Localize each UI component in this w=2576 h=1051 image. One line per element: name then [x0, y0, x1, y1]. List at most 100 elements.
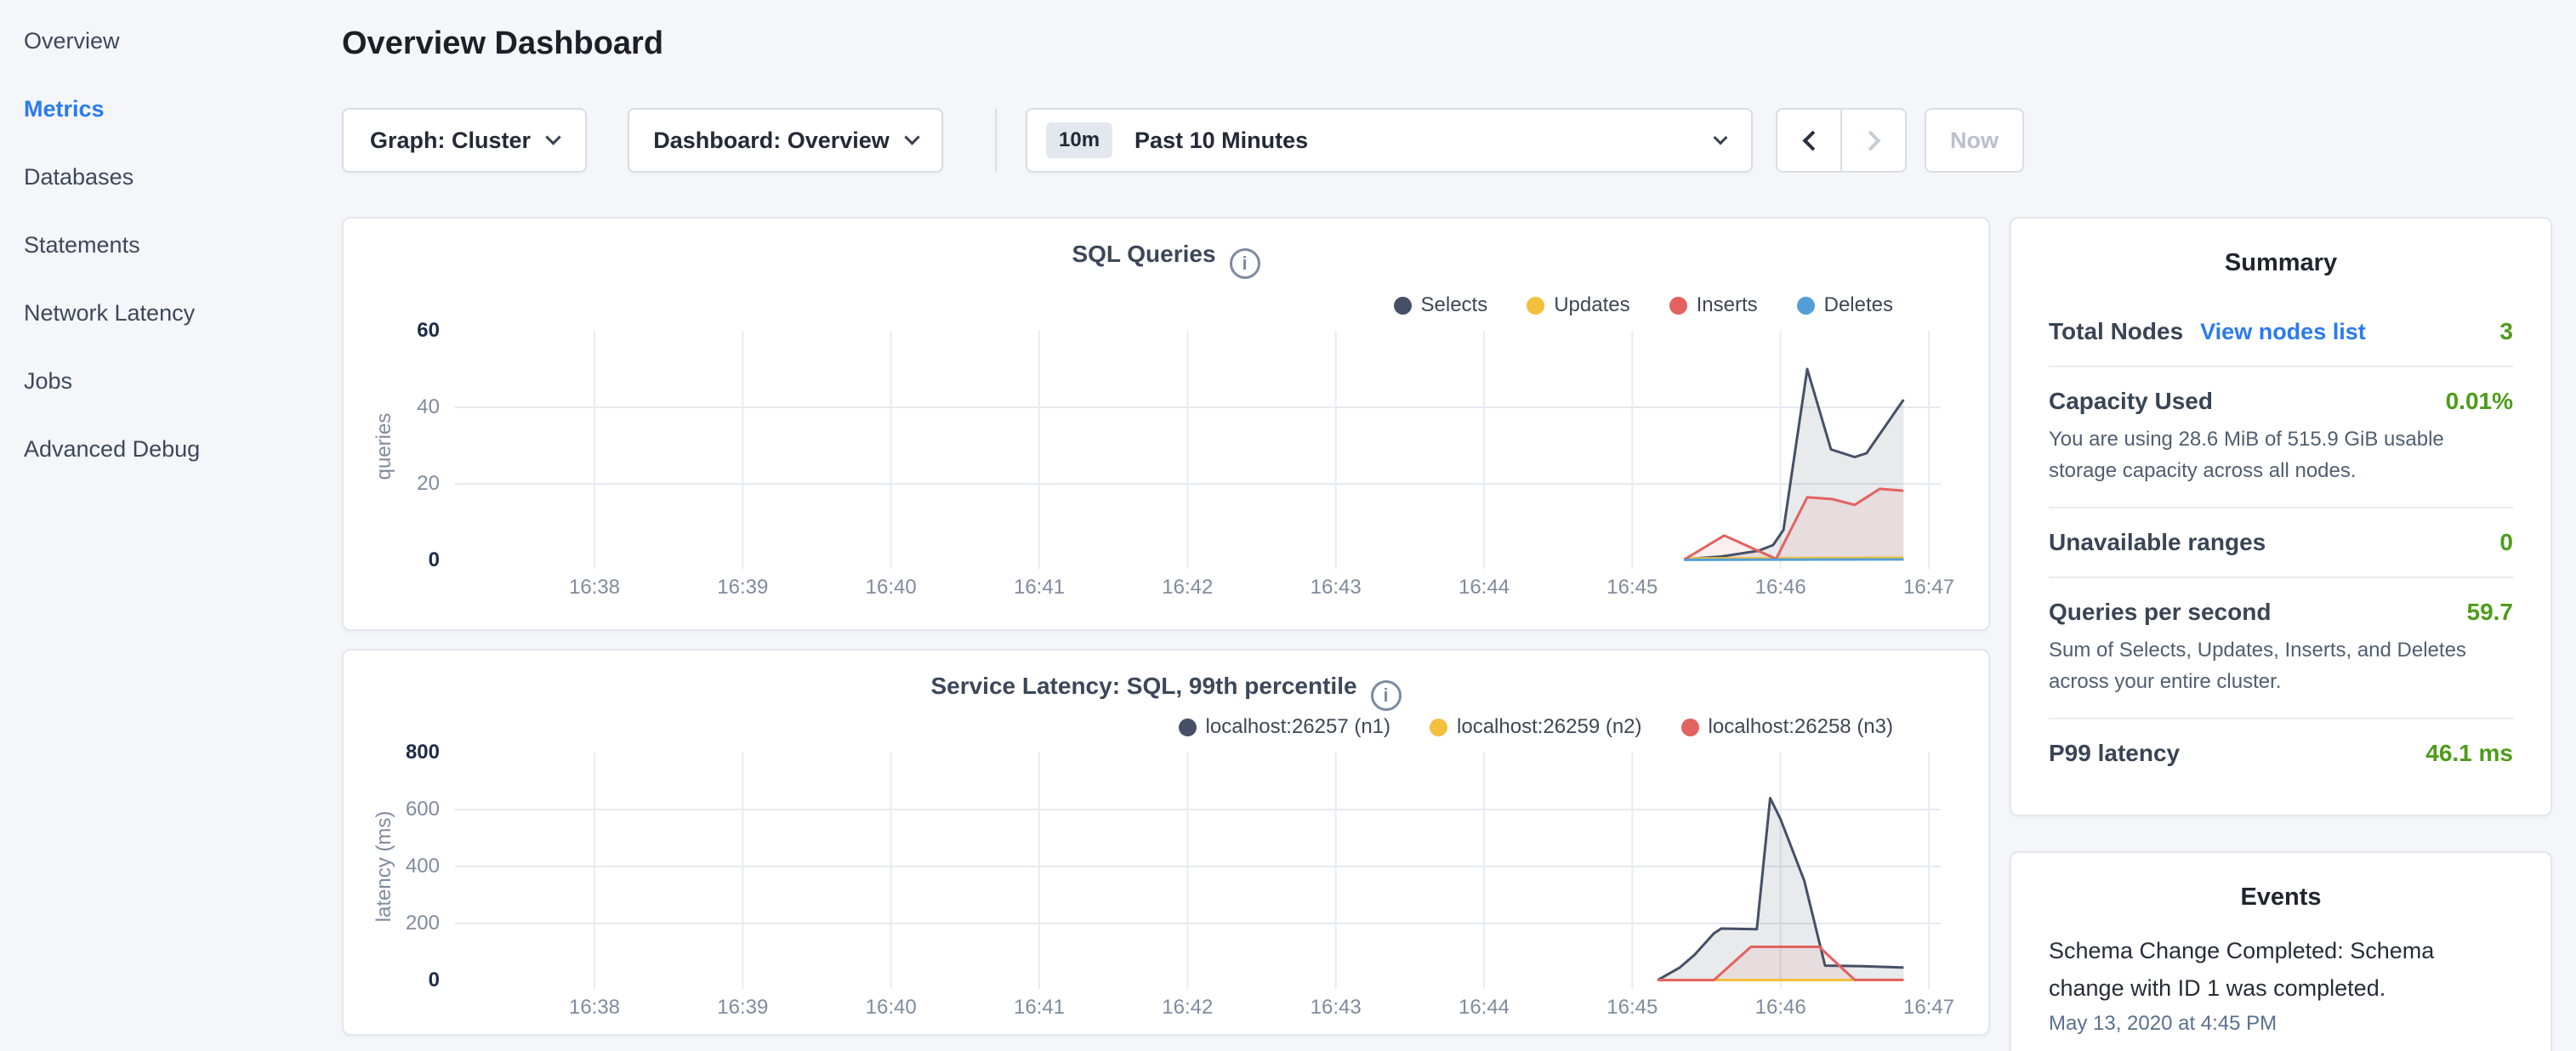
summary-row-unavailable-ranges: Unavailable ranges 0: [2049, 508, 2513, 578]
sidebar-item-overview[interactable]: Overview: [0, 7, 315, 75]
info-icon[interactable]: i: [1230, 248, 1260, 279]
time-range-label: Past 10 Minutes: [1134, 128, 1308, 154]
legend-label: localhost:26259 (n2): [1457, 715, 1641, 739]
sql-queries-plot[interactable]: 020406016:3816:3916:4016:4116:4216:4316:…: [455, 331, 1941, 560]
sidebar-item-network-latency[interactable]: Network Latency: [0, 279, 315, 347]
summary-panel: Summary Total Nodes View nodes list 3 Ca…: [2010, 217, 2552, 816]
x-tick-label: 16:40: [836, 576, 947, 599]
legend-item[interactable]: localhost:26258 (n3): [1681, 715, 1893, 739]
events-title: Events: [2049, 853, 2513, 932]
summary-row-total-nodes: Total Nodes View nodes list 3: [2049, 298, 2513, 367]
graph-dropdown[interactable]: Graph: Cluster: [342, 108, 587, 173]
legend-item[interactable]: localhost:26257 (n1): [1179, 715, 1390, 739]
legend-dot-icon: [1669, 297, 1687, 315]
y-tick-label: 400: [351, 852, 440, 881]
y-tick-label: 60: [351, 316, 440, 345]
summary-description: Sum of Selects, Updates, Inserts, and De…: [2049, 634, 2513, 697]
chart-title: SQL Queries i: [344, 241, 1988, 279]
x-tick-label: 16:43: [1281, 996, 1391, 1020]
x-tick-label: 16:44: [1429, 996, 1539, 1020]
legend-dot-icon: [1681, 719, 1699, 736]
chart-canvas: [455, 753, 1941, 991]
x-tick-label: 16:40: [836, 996, 947, 1020]
app-root: Overview Metrics Databases Statements Ne…: [0, 0, 2576, 1051]
summary-label: Capacity Used: [2049, 388, 2213, 415]
graph-dropdown-label: Graph: Cluster: [370, 128, 531, 154]
x-tick-label: 16:47: [1874, 996, 1984, 1020]
service-latency-plot[interactable]: 020040060080016:3816:3916:4016:4116:4216…: [455, 753, 1941, 980]
sidebar: Overview Metrics Databases Statements Ne…: [0, 0, 315, 483]
chevron-down-icon: [545, 129, 560, 145]
summary-label: Total Nodes: [2049, 318, 2183, 345]
time-range-selector[interactable]: 10m Past 10 Minutes: [1026, 108, 1753, 173]
legend-label: localhost:26257 (n1): [1206, 715, 1390, 739]
legend-label: Inserts: [1697, 293, 1758, 317]
y-tick-label: 600: [351, 795, 440, 824]
service-latency-chart-card: Service Latency: SQL, 99th percentilei l…: [342, 649, 1990, 1036]
time-next-button[interactable]: [1841, 108, 1907, 173]
view-nodes-list-link[interactable]: View nodes list: [2200, 319, 2366, 345]
event-timestamp: May 13, 2020 at 4:45 PM: [2049, 1012, 2513, 1036]
events-panel: Events Schema Change Completed: Schema c…: [2010, 851, 2552, 1051]
chart-legend: localhost:26257 (n1) localhost:26259 (n2)…: [1179, 715, 1893, 739]
legend-label: Updates: [1554, 293, 1629, 317]
x-tick-label: 16:39: [687, 576, 798, 599]
legend-dot-icon: [1394, 297, 1412, 315]
summary-label: Unavailable ranges: [2049, 529, 2266, 556]
x-tick-label: 16:39: [687, 996, 798, 1020]
summary-value: 59.7: [2467, 599, 2514, 626]
info-icon[interactable]: i: [1371, 680, 1402, 711]
x-tick-label: 16:47: [1874, 576, 1984, 599]
event-item[interactable]: Schema Change Completed: Schema change w…: [2049, 932, 2513, 1036]
x-tick-label: 16:38: [539, 996, 650, 1020]
sidebar-item-metrics[interactable]: Metrics: [0, 75, 315, 143]
summary-description: You are using 28.6 MiB of 515.9 GiB usab…: [2049, 423, 2513, 486]
x-tick-label: 16:45: [1577, 996, 1687, 1020]
x-tick-label: 16:46: [1726, 576, 1836, 599]
x-tick-label: 16:45: [1577, 576, 1687, 599]
chevron-down-icon: [1714, 131, 1728, 145]
sidebar-item-statements[interactable]: Statements: [0, 211, 315, 279]
summary-label: P99 latency: [2049, 740, 2180, 767]
summary-value: 0.01%: [2446, 388, 2513, 415]
legend-label: Selects: [1421, 293, 1488, 317]
legend-item[interactable]: Selects: [1394, 293, 1488, 317]
x-tick-label: 16:41: [984, 996, 1095, 1020]
time-prev-button[interactable]: [1776, 108, 1841, 173]
dashboard-dropdown-label: Dashboard: Overview: [653, 128, 890, 154]
summary-row-queries-per-second: Queries per second 59.7 Sum of Selects, …: [2049, 578, 2513, 719]
page-title: Overview Dashboard: [342, 26, 663, 62]
dashboard-dropdown[interactable]: Dashboard: Overview: [628, 108, 943, 173]
legend-dot-icon: [1527, 297, 1544, 315]
y-tick-label: 20: [351, 469, 440, 498]
legend-dot-icon: [1430, 719, 1447, 736]
event-message: Schema Change Completed: Schema change w…: [2049, 932, 2513, 1007]
sidebar-item-advanced-debug[interactable]: Advanced Debug: [0, 415, 315, 483]
chart-title-text: SQL Queries: [1072, 241, 1215, 267]
controls-divider: [995, 109, 997, 172]
summary-value: 0: [2499, 529, 2513, 556]
chevron-left-icon: [1802, 130, 1823, 151]
x-tick-label: 16:43: [1281, 576, 1391, 599]
x-tick-label: 16:38: [539, 576, 650, 599]
legend-item[interactable]: localhost:26259 (n2): [1430, 715, 1641, 739]
chevron-right-icon: [1860, 130, 1880, 151]
legend-label: localhost:26258 (n3): [1709, 715, 1893, 739]
time-range-badge: 10m: [1046, 122, 1112, 158]
x-tick-label: 16:42: [1132, 576, 1243, 599]
chart-title: Service Latency: SQL, 99th percentilei: [344, 673, 1988, 711]
sidebar-item-jobs[interactable]: Jobs: [0, 347, 315, 415]
legend-item[interactable]: Deletes: [1797, 293, 1893, 317]
time-step-buttons: [1776, 108, 1907, 173]
x-tick-label: 16:42: [1132, 996, 1243, 1020]
now-button[interactable]: Now: [1925, 108, 2024, 173]
chart-canvas: [455, 331, 1941, 571]
legend-item[interactable]: Inserts: [1669, 293, 1758, 317]
legend-dot-icon: [1797, 297, 1815, 315]
sidebar-item-databases[interactable]: Databases: [0, 143, 315, 211]
x-tick-label: 16:46: [1726, 996, 1836, 1020]
y-tick-label: 0: [351, 966, 440, 995]
legend-label: Deletes: [1824, 293, 1893, 317]
legend-item[interactable]: Updates: [1527, 293, 1629, 317]
summary-title: Summary: [2049, 219, 2513, 298]
